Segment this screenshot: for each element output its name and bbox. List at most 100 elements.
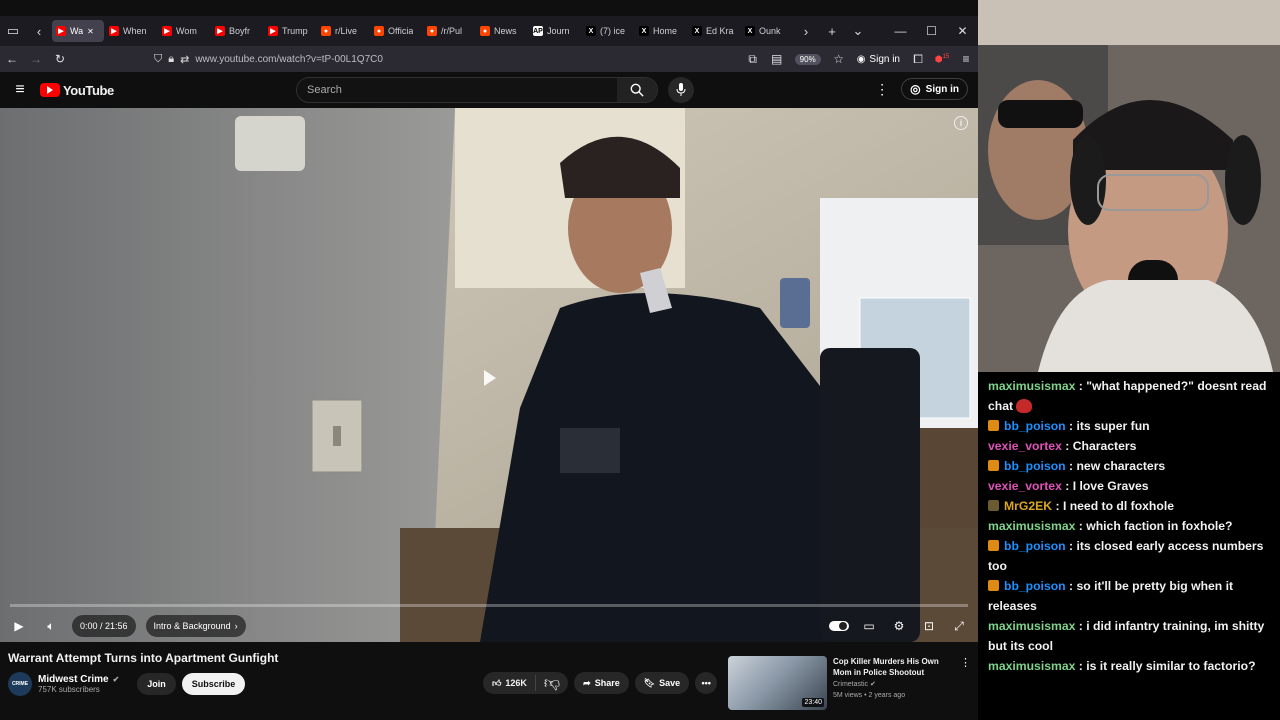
join-button[interactable]: Join	[137, 673, 176, 695]
close-tab-icon[interactable]: ✕	[87, 27, 94, 36]
reload-icon[interactable]: ↻	[48, 52, 72, 66]
browser-tab[interactable]: ▶ Boyfr	[211, 20, 263, 42]
chat-username[interactable]: maximusismax	[988, 659, 1075, 673]
like-button[interactable]: 👍︎ 126K	[483, 675, 536, 691]
tab-list-dropdown-icon[interactable]: ⌄	[845, 16, 871, 46]
recommended-kebab-icon[interactable]: ⋮	[960, 656, 971, 669]
center-play-icon[interactable]	[478, 366, 502, 390]
app-menu-icon[interactable]: ≡	[954, 52, 978, 66]
save-button[interactable]: 🔖︎ Save	[634, 672, 690, 694]
account-sign-in-button[interactable]: ◉ Sign in	[857, 54, 900, 65]
youtube-logo[interactable]: YouTube	[40, 83, 114, 98]
tab-label: /r/Pul	[441, 26, 463, 36]
maximize-icon[interactable]: ☐	[916, 24, 947, 38]
autoplay-toggle[interactable]	[828, 615, 850, 637]
browser-tab[interactable]: ● /r/Pul	[423, 20, 475, 42]
search-input[interactable]	[297, 84, 617, 96]
chat-separator: :	[1065, 579, 1077, 593]
share-button[interactable]: ➦ Share	[574, 672, 629, 694]
more-actions-button[interactable]: •••	[695, 672, 718, 694]
channel-row: CRIME Midwest Crime ✔ 757K subscribers Jo…	[8, 672, 246, 696]
permissions-icon[interactable]: ⇄	[180, 53, 189, 66]
dislike-button[interactable]: 👎︎	[536, 674, 568, 693]
video-player[interactable]: i ▶ 🔈︎ 0:00 / 21:56 Intro & Background › …	[0, 108, 978, 642]
chapter-button[interactable]: Intro & Background ›	[145, 615, 246, 637]
progress-bar[interactable]	[10, 604, 968, 607]
channel-avatar[interactable]: CRIME	[8, 672, 32, 696]
chat-username[interactable]: bb_poison	[1004, 539, 1066, 553]
tab-label: Journ	[547, 26, 570, 36]
browser-tab[interactable]: AP Journ	[529, 20, 581, 42]
recommended-title[interactable]: Cop Killer Murders His Own Mom in Police…	[833, 656, 951, 678]
minimize-icon[interactable]: —	[885, 24, 916, 38]
shield-icon[interactable]: ⛉	[154, 53, 162, 66]
browser-tab[interactable]: ● News	[476, 20, 528, 42]
tab-label: Trump	[282, 26, 308, 36]
chevron-right-icon: ›	[234, 621, 238, 631]
chat-username[interactable]: MrG2EK	[1004, 499, 1052, 513]
volume-icon[interactable]: 🔈︎	[40, 615, 62, 637]
chat-username[interactable]: maximusismax	[988, 519, 1075, 533]
info-icon[interactable]: i	[954, 116, 968, 130]
chat-message: MrG2EK : I need to dl foxhole	[988, 496, 1272, 516]
voice-search-button[interactable]	[668, 77, 694, 103]
play-button[interactable]: ▶	[8, 615, 30, 637]
tab-overview-icon[interactable]: ▭	[0, 16, 26, 46]
chat-username[interactable]: bb_poison	[1004, 419, 1066, 433]
browser-tab[interactable]: ▶ When	[105, 20, 157, 42]
extensions-icon[interactable]: ⧠	[906, 52, 930, 67]
channel-name[interactable]: Midwest Crime ✔	[38, 674, 119, 685]
browser-tab[interactable]: ● Officia	[370, 20, 422, 42]
recommended-thumbnail[interactable]: 23:40	[728, 656, 827, 710]
search-icon	[630, 83, 644, 97]
bookmark-star-icon[interactable]: ☆	[827, 52, 851, 66]
picture-in-picture-icon[interactable]: ⧉	[741, 52, 765, 67]
chat-username[interactable]: maximusismax	[988, 619, 1075, 633]
guide-menu-icon[interactable]: ≡	[0, 81, 40, 99]
tab-scroll-right-icon[interactable]: ›	[793, 16, 819, 46]
zoom-indicator[interactable]: 90%	[794, 53, 821, 65]
microphone-icon	[676, 83, 686, 96]
browser-tab[interactable]: ▶ Trump	[264, 20, 316, 42]
tab-label: Boyfr	[229, 26, 251, 36]
forward-icon[interactable]: →	[24, 52, 48, 66]
chat-username[interactable]: bb_poison	[1004, 579, 1066, 593]
tab-label: Wom	[176, 26, 197, 36]
fullscreen-icon[interactable]: ⤢	[948, 615, 970, 637]
chat-username[interactable]: maximusismax	[988, 379, 1075, 393]
ublock-icon[interactable]: ⬢15	[930, 54, 954, 65]
settings-gear-icon[interactable]: ⚙	[888, 615, 910, 637]
chat-username[interactable]: vexie_vortex	[988, 479, 1062, 493]
browser-tab[interactable]: X (7) ice	[582, 20, 634, 42]
new-tab-button[interactable]: +	[819, 16, 845, 46]
recommended-video[interactable]: 23:40 Cop Killer Murders His Own Mom in …	[728, 656, 951, 710]
browser-tab[interactable]: ● r/Live	[317, 20, 369, 42]
chat-message: maximusismax : i did infantry training, …	[988, 616, 1272, 656]
chat-separator: :	[1065, 419, 1077, 433]
browser-tab[interactable]: X Ed Kra	[688, 20, 740, 42]
browser-tab[interactable]: ▶ Wom	[158, 20, 210, 42]
search-button[interactable]	[617, 78, 657, 102]
captions-icon[interactable]: ▭	[858, 615, 880, 637]
chat-username[interactable]: vexie_vortex	[988, 439, 1062, 453]
lock-icon[interactable]: 🔒︎	[168, 53, 174, 66]
action-buttons: 👍︎ 126K 👎︎ ➦ Share 🔖︎ Save •••	[483, 672, 718, 694]
chat-separator: :	[1061, 479, 1073, 493]
close-window-icon[interactable]: ✕	[947, 24, 978, 38]
channel-name-label: Midwest Crime	[38, 674, 109, 685]
subscribe-button[interactable]: Subscribe	[181, 673, 246, 695]
browser-tab[interactable]: X Ounk	[741, 20, 793, 42]
url-bar[interactable]: ⛉ 🔒︎ ⇄ www.youtube.com/watch?v=tP-00L1Q7…	[72, 53, 741, 66]
browser-tab[interactable]: ▶ Wa ✕	[52, 20, 104, 42]
settings-kebab-icon[interactable]: ⋮	[875, 81, 889, 98]
browser-tab[interactable]: X Home	[635, 20, 687, 42]
miniplayer-icon[interactable]: ⊡	[918, 615, 940, 637]
chat-panel: maximusismax : "what happened?" doesnt r…	[978, 372, 1280, 720]
youtube-sign-in-button[interactable]: ◎ Sign in	[901, 78, 968, 100]
chat-username[interactable]: bb_poison	[1004, 459, 1066, 473]
reader-view-icon[interactable]: ▤	[765, 52, 789, 66]
tab-label: (7) ice	[600, 26, 626, 36]
back-icon[interactable]: ←	[0, 52, 24, 66]
tab-scroll-left-icon[interactable]: ‹	[26, 16, 52, 46]
tab-label: News	[494, 26, 517, 36]
